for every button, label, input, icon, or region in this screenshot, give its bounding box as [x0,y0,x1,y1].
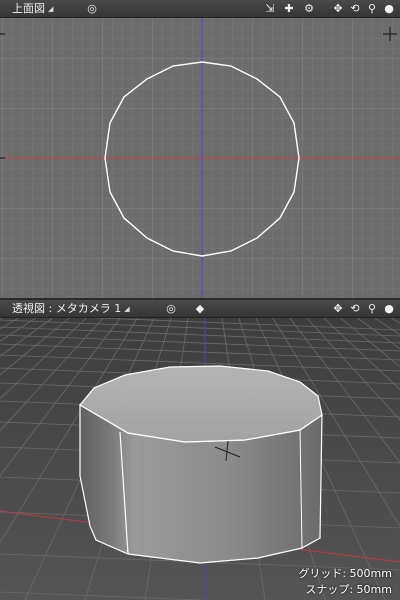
perspective-view-pane[interactable]: 透視図 : メタカメラ 1 ◢ ◎ ◆ ✥ ⟲ ⚲ ● グリッド: 500mm … [0,300,400,600]
top-view-title: 上面図 [12,2,45,15]
shading-icon[interactable]: ● [382,0,396,17]
grid-size-label: グリッド: 500mm [298,567,392,580]
settings-gear-icon[interactable]: ⚙ [302,0,316,17]
major-grid [0,0,400,298]
rotate-icon[interactable]: ⟲ [348,0,362,17]
top-view-pane[interactable]: 上面図 ◢ ◎ ⇲ ✚ ⚙ ✥ ⟲ ⚲ ● [0,0,400,298]
target-icon[interactable]: ◎ [164,300,178,317]
top-view-canvas[interactable] [0,0,400,298]
zoom-icon[interactable]: ⚲ [365,0,379,17]
perspective-view-title: 透視図 : メタカメラ 1 [12,302,122,315]
perspective-view-title-dropdown[interactable]: 透視図 : メタカメラ 1 ◢ [12,300,130,318]
perspective-view-canvas[interactable] [0,300,400,600]
dropdown-arrow-icon: ◢ [124,304,130,313]
move-icon[interactable]: ✥ [331,0,345,17]
edit-mode-icon[interactable]: ✚ [282,0,296,17]
top-view-header: 上面図 ◢ ◎ ⇲ ✚ ⚙ ✥ ⟲ ⚲ ● [0,0,400,18]
select-mode-icon[interactable]: ⇲ [263,0,277,17]
rotate-icon[interactable]: ⟲ [348,300,362,317]
snap-size-label: スナップ: 50mm [305,583,392,596]
cylinder-object[interactable] [79,365,323,564]
shading-icon[interactable]: ● [382,300,396,317]
move-icon[interactable]: ✥ [331,300,345,317]
zoom-icon[interactable]: ⚲ [365,300,379,317]
target-icon[interactable]: ◎ [85,0,99,17]
top-view-title-dropdown[interactable]: 上面図 ◢ [12,0,53,18]
dropdown-arrow-icon: ◢ [48,4,54,13]
cube-icon[interactable]: ◆ [193,300,207,317]
perspective-view-header: 透視図 : メタカメラ 1 ◢ ◎ ◆ ✥ ⟲ ⚲ ● [0,300,400,318]
